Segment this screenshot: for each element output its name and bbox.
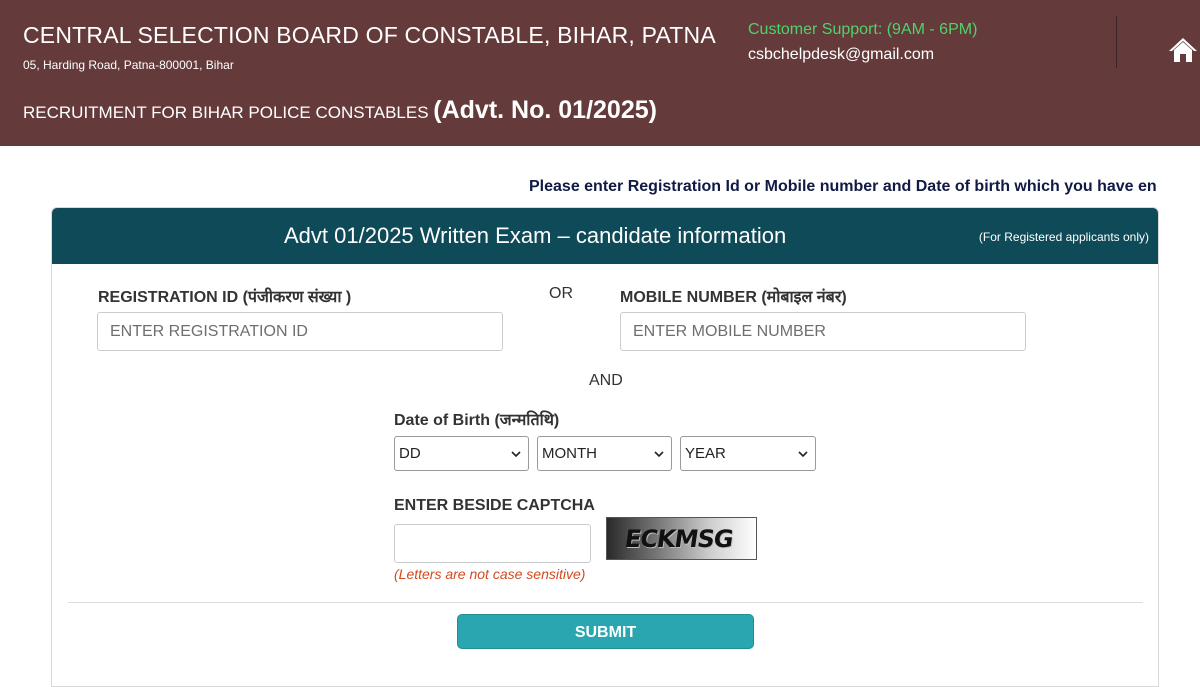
mobile-number-label: MOBILE NUMBER (मोबाइल नंबर) bbox=[620, 289, 847, 306]
recruitment-title: RECRUITMENT FOR BIHAR POLICE CONSTABLES … bbox=[23, 96, 657, 125]
submit-button[interactable]: SUBMIT bbox=[457, 614, 754, 649]
instruction-text: Please enter Registration Id or Mobile n… bbox=[529, 178, 1156, 195]
captcha-text: ECKMSG bbox=[623, 525, 735, 553]
registration-id-label: REGISTRATION ID (पंजीकरण संख्या ) bbox=[98, 289, 352, 306]
chevron-down-icon bbox=[798, 451, 808, 458]
dob-year-select[interactable]: YEAR bbox=[680, 436, 816, 471]
support-label: Customer Support: (9AM - 6PM) bbox=[748, 21, 978, 38]
form-divider bbox=[68, 602, 1143, 603]
dob-month-select[interactable]: MONTH bbox=[537, 436, 672, 471]
captcha-input[interactable] bbox=[394, 524, 591, 563]
mobile-number-input[interactable] bbox=[620, 312, 1026, 351]
recruitment-prefix: RECRUITMENT FOR BIHAR POLICE CONSTABLES bbox=[23, 103, 434, 122]
instruction-container: Please enter Registration Id or Mobile n… bbox=[529, 178, 1156, 200]
registration-id-input[interactable] bbox=[97, 312, 503, 351]
candidate-info-panel: Advt 01/2025 Written Exam – candidate in… bbox=[51, 207, 1159, 687]
site-header: CENTRAL SELECTION BOARD OF CONSTABLE, BI… bbox=[0, 0, 1200, 146]
dob-year-value: YEAR bbox=[685, 445, 726, 462]
captcha-hint: (Letters are not case sensitive) bbox=[394, 566, 586, 582]
home-icon[interactable] bbox=[1168, 36, 1198, 64]
dob-day-select[interactable]: DD bbox=[394, 436, 529, 471]
support-email[interactable]: csbchelpdesk@gmail.com bbox=[748, 46, 934, 64]
chevron-down-icon bbox=[654, 451, 664, 458]
dob-day-value: DD bbox=[399, 445, 421, 462]
advt-number: (Advt. No. 01/2025) bbox=[433, 96, 657, 124]
dob-month-value: MONTH bbox=[542, 445, 597, 462]
org-address: 05, Harding Road, Patna-800001, Bihar bbox=[23, 58, 234, 72]
captcha-image: ECKMSG bbox=[606, 517, 757, 560]
header-divider bbox=[1116, 16, 1117, 68]
panel-header: Advt 01/2025 Written Exam – candidate in… bbox=[52, 208, 1158, 264]
captcha-label: ENTER BESIDE CAPTCHA bbox=[394, 497, 595, 514]
org-name: CENTRAL SELECTION BOARD OF CONSTABLE, BI… bbox=[23, 22, 716, 48]
chevron-down-icon bbox=[511, 451, 521, 458]
dob-label: Date of Birth (जन्मतिथि) bbox=[394, 412, 560, 429]
panel-note: (For Registered applicants only) bbox=[978, 230, 1149, 244]
panel-title: Advt 01/2025 Written Exam – candidate in… bbox=[284, 223, 787, 248]
and-text: AND bbox=[589, 372, 623, 389]
or-text: OR bbox=[549, 285, 573, 302]
